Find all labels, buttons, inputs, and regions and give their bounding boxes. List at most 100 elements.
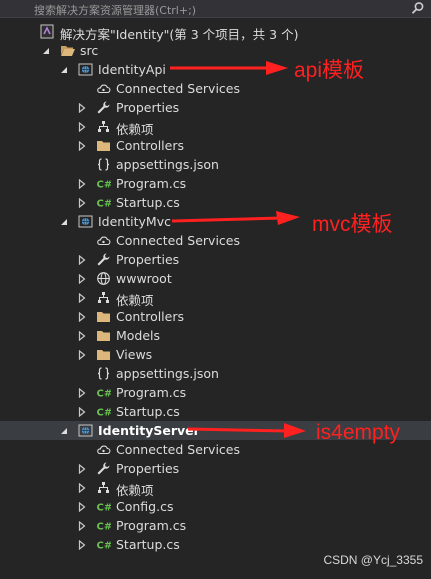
- tree-item-label: Controllers: [116, 138, 184, 153]
- tree-item-label: IdentityMvc: [98, 214, 171, 229]
- collapse-arrow-icon[interactable]: [42, 45, 50, 55]
- tree-item-label: Models: [116, 328, 161, 343]
- tree-item-label: Program.cs: [116, 176, 187, 191]
- tree-item-views[interactable]: Views: [0, 345, 431, 364]
- tree-item-startup-cs[interactable]: C# Startup.cs: [0, 535, 431, 554]
- tree-item-label: Properties: [116, 100, 180, 115]
- tree-item-properties[interactable]: Properties: [0, 459, 431, 478]
- expand-arrow-icon[interactable]: [78, 273, 86, 285]
- tree-item-program-cs[interactable]: C# Program.cs: [0, 383, 431, 402]
- tree-item-properties[interactable]: Properties: [0, 98, 431, 117]
- expand-arrow-icon[interactable]: [78, 330, 86, 342]
- expand-arrow-icon[interactable]: [78, 349, 86, 361]
- tree-item-label: Program.cs: [116, 518, 187, 533]
- annotation-mvc: mvc模板: [312, 213, 393, 236]
- tree-item-wwwroot[interactable]: wwwroot: [0, 269, 431, 288]
- folder-icon: [96, 347, 111, 362]
- web-project-icon: [78, 62, 93, 77]
- tree-item-connected-services[interactable]: Connected Services: [0, 79, 431, 98]
- dependencies-icon: [96, 480, 111, 495]
- annotation-api: api模板: [294, 59, 365, 82]
- tree-item-dependencies[interactable]: 依赖项: [0, 478, 431, 498]
- annotation-arrow-api: [170, 61, 288, 75]
- dependencies-icon: [96, 290, 111, 305]
- svg-text:C#: C#: [97, 199, 112, 210]
- tree-item-label: IdentityApi: [98, 62, 166, 77]
- expand-arrow-icon[interactable]: [78, 501, 86, 513]
- expand-arrow-icon[interactable]: [78, 520, 86, 532]
- expand-arrow-icon[interactable]: [78, 482, 86, 494]
- watermark: CSDN @Ycj_3355: [323, 553, 423, 567]
- tree-item-dependencies[interactable]: 依赖项: [0, 117, 431, 137]
- tree-item-program-cs[interactable]: C# Program.cs: [0, 516, 431, 535]
- tree-item-label: Startup.cs: [116, 195, 180, 210]
- csharp-file-icon: C#: [96, 176, 113, 191]
- folder-icon: [96, 138, 111, 153]
- expand-arrow-icon[interactable]: [78, 178, 86, 190]
- tree-item-label: Connected Services: [116, 81, 240, 96]
- expand-arrow-icon[interactable]: [78, 197, 86, 209]
- web-project-icon: [78, 423, 93, 438]
- tree-item-properties[interactable]: Properties: [0, 250, 431, 269]
- wrench-icon: [96, 252, 111, 267]
- csharp-file-icon: C#: [96, 404, 113, 419]
- tree-item-program-cs[interactable]: C# Program.cs: [0, 174, 431, 193]
- tree-item-startup-cs[interactable]: C# Startup.cs: [0, 402, 431, 421]
- svg-text:C#: C#: [97, 503, 112, 514]
- search-icon[interactable]: [411, 1, 425, 15]
- expand-arrow-icon[interactable]: [78, 121, 86, 133]
- tree-item-label: appsettings.json: [116, 366, 219, 381]
- tree-item-label: Views: [116, 347, 153, 362]
- tree-item-label: wwwroot: [116, 271, 172, 286]
- expand-arrow-icon[interactable]: [78, 140, 86, 152]
- folder-icon: [96, 328, 111, 343]
- expand-arrow-icon[interactable]: [78, 406, 86, 418]
- expand-arrow-icon[interactable]: [78, 311, 86, 323]
- svg-text:C#: C#: [97, 180, 112, 191]
- tree-item-dependencies[interactable]: 依赖项: [0, 288, 431, 308]
- tree-item-label: Connected Services: [116, 442, 240, 457]
- tree-item-label: Startup.cs: [116, 537, 180, 552]
- csharp-file-icon: C#: [96, 195, 113, 210]
- csharp-file-icon: C#: [96, 499, 113, 514]
- solution-node[interactable]: 解决方案"Identity"(第 3 个项目，共 3 个): [0, 22, 431, 42]
- web-project-icon: [78, 214, 93, 229]
- tree-item-label: Connected Services: [116, 233, 240, 248]
- expand-arrow-icon[interactable]: [78, 254, 86, 266]
- tree-item-appsettings-json[interactable]: appsettings.json: [0, 364, 431, 383]
- csharp-file-icon: C#: [96, 385, 113, 400]
- cloud-icon: [96, 81, 111, 96]
- folder-open-icon: [60, 43, 75, 58]
- tree-item-label: IdentityServer: [98, 423, 200, 438]
- tree-item-controllers[interactable]: Controllers: [0, 136, 431, 155]
- tree-item-appsettings-json[interactable]: appsettings.json: [0, 155, 431, 174]
- tree-item-label: Startup.cs: [116, 404, 180, 419]
- collapse-arrow-icon[interactable]: [60, 216, 68, 226]
- expand-arrow-icon[interactable]: [78, 539, 86, 551]
- folder-icon: [96, 309, 111, 324]
- json-file-icon: [96, 157, 111, 172]
- svg-text:C#: C#: [97, 389, 112, 400]
- tree-item-label: Properties: [116, 461, 180, 476]
- collapse-arrow-icon[interactable]: [60, 64, 68, 74]
- csharp-file-icon: C#: [96, 518, 113, 533]
- solution-icon: [40, 24, 55, 39]
- cloud-icon: [96, 442, 111, 457]
- tree-item-config-cs[interactable]: C# Config.cs: [0, 497, 431, 516]
- csharp-file-icon: C#: [96, 537, 113, 552]
- cloud-icon: [96, 233, 111, 248]
- search-placeholder: 搜索解决方案资源管理器(Ctrl+;): [34, 4, 197, 17]
- dependencies-icon: [96, 119, 111, 134]
- tree-item-label: Properties: [116, 252, 180, 267]
- collapse-arrow-icon[interactable]: [60, 425, 68, 435]
- tree-item-label: src: [80, 43, 99, 58]
- annotation-arrow-mvc: [172, 211, 300, 225]
- tree-item-models[interactable]: Models: [0, 326, 431, 345]
- tree-item-controllers[interactable]: Controllers: [0, 307, 431, 326]
- tree-item-label: appsettings.json: [116, 157, 219, 172]
- expand-arrow-icon[interactable]: [78, 387, 86, 399]
- search-bar[interactable]: 搜索解决方案资源管理器(Ctrl+;): [0, 0, 431, 18]
- expand-arrow-icon[interactable]: [78, 463, 86, 475]
- expand-arrow-icon[interactable]: [78, 102, 86, 114]
- expand-arrow-icon[interactable]: [78, 292, 86, 304]
